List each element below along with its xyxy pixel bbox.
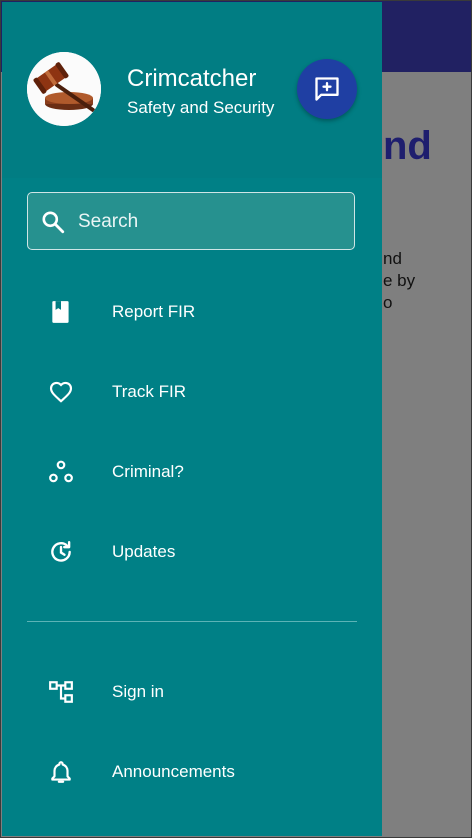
background-heading: nd bbox=[383, 124, 432, 168]
menu-item-label: Updates bbox=[112, 542, 176, 561]
background-text-line: e by bbox=[383, 271, 416, 290]
drawer-header: Crimcatcher Safety and Security bbox=[2, 2, 382, 178]
menu-item-report-fir[interactable]: Report FIR bbox=[2, 282, 382, 342]
app-title: Crimcatcher bbox=[127, 65, 257, 92]
menu-item-track-fir[interactable]: Track FIR bbox=[2, 362, 382, 422]
book-icon bbox=[52, 301, 69, 323]
gavel-icon bbox=[27, 52, 101, 126]
background-text-line: nd bbox=[383, 249, 402, 268]
search-input[interactable] bbox=[76, 203, 350, 241]
account-tree-icon bbox=[49, 681, 73, 703]
background-text-line: o bbox=[383, 293, 393, 312]
add-comment-button[interactable] bbox=[297, 59, 357, 119]
menu-item-updates[interactable]: Updates bbox=[2, 522, 382, 582]
add-comment-icon bbox=[315, 77, 339, 101]
menu-item-sign-in[interactable]: Sign in bbox=[2, 662, 382, 722]
search-icon bbox=[42, 211, 65, 234]
menu-divider bbox=[27, 621, 357, 622]
app-subtitle: Safety and Security bbox=[127, 98, 275, 117]
heart-icon bbox=[49, 381, 73, 403]
menu-item-label: Criminal? bbox=[112, 462, 184, 481]
navigation-drawer: Crimcatcher Safety and Security Report F… bbox=[2, 2, 382, 836]
bubble-chart-icon bbox=[49, 460, 73, 483]
avatar[interactable] bbox=[27, 52, 101, 126]
menu-item-criminal[interactable]: Criminal? bbox=[2, 442, 382, 502]
menu-item-label: Announcements bbox=[112, 762, 235, 781]
background-text: nd e by o bbox=[383, 248, 472, 314]
menu-item-announcements[interactable]: Announcements bbox=[2, 742, 382, 802]
menu-item-label: Report FIR bbox=[112, 302, 196, 321]
menu-item-label: Sign in bbox=[112, 682, 164, 701]
bell-icon bbox=[51, 761, 71, 783]
search-field[interactable] bbox=[27, 192, 355, 250]
menu-item-label: Track FIR bbox=[112, 382, 186, 401]
update-icon bbox=[51, 541, 71, 562]
